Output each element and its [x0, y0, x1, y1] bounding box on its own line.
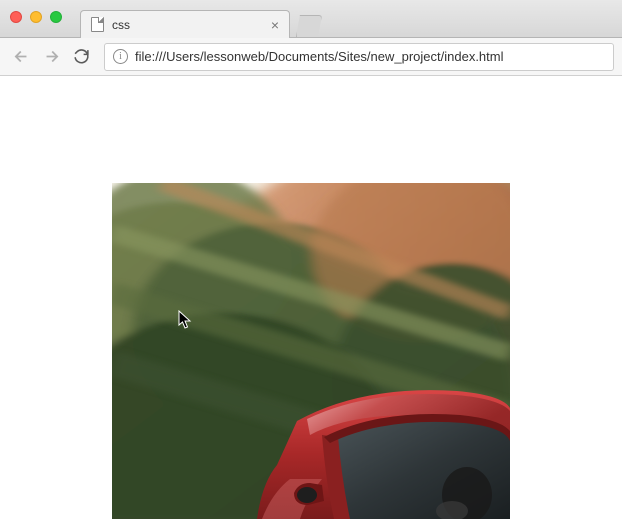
maximize-window-button[interactable] — [50, 11, 62, 23]
forward-button[interactable] — [38, 44, 64, 70]
back-button[interactable] — [8, 44, 34, 70]
address-bar[interactable]: i file:///Users/lessonweb/Documents/Site… — [104, 43, 614, 71]
file-icon — [89, 17, 105, 33]
page-content — [0, 76, 622, 519]
url-text: file:///Users/lessonweb/Documents/Sites/… — [135, 49, 504, 64]
tab-title: css — [112, 18, 269, 32]
new-tab-button[interactable] — [296, 15, 322, 37]
close-window-button[interactable] — [10, 11, 22, 23]
window-controls — [10, 11, 62, 23]
minimize-window-button[interactable] — [30, 11, 42, 23]
toolbar: i file:///Users/lessonweb/Documents/Site… — [0, 38, 622, 76]
browser-tab[interactable]: css × — [80, 10, 290, 38]
tab-strip: css × — [80, 0, 322, 37]
close-tab-button[interactable]: × — [269, 17, 281, 33]
content-image — [112, 183, 510, 519]
browser-window: css × i file:///Users/lessonweb/Document… — [0, 0, 622, 519]
reload-button[interactable] — [68, 44, 94, 70]
info-icon[interactable]: i — [113, 49, 128, 64]
title-bar: css × — [0, 0, 622, 38]
